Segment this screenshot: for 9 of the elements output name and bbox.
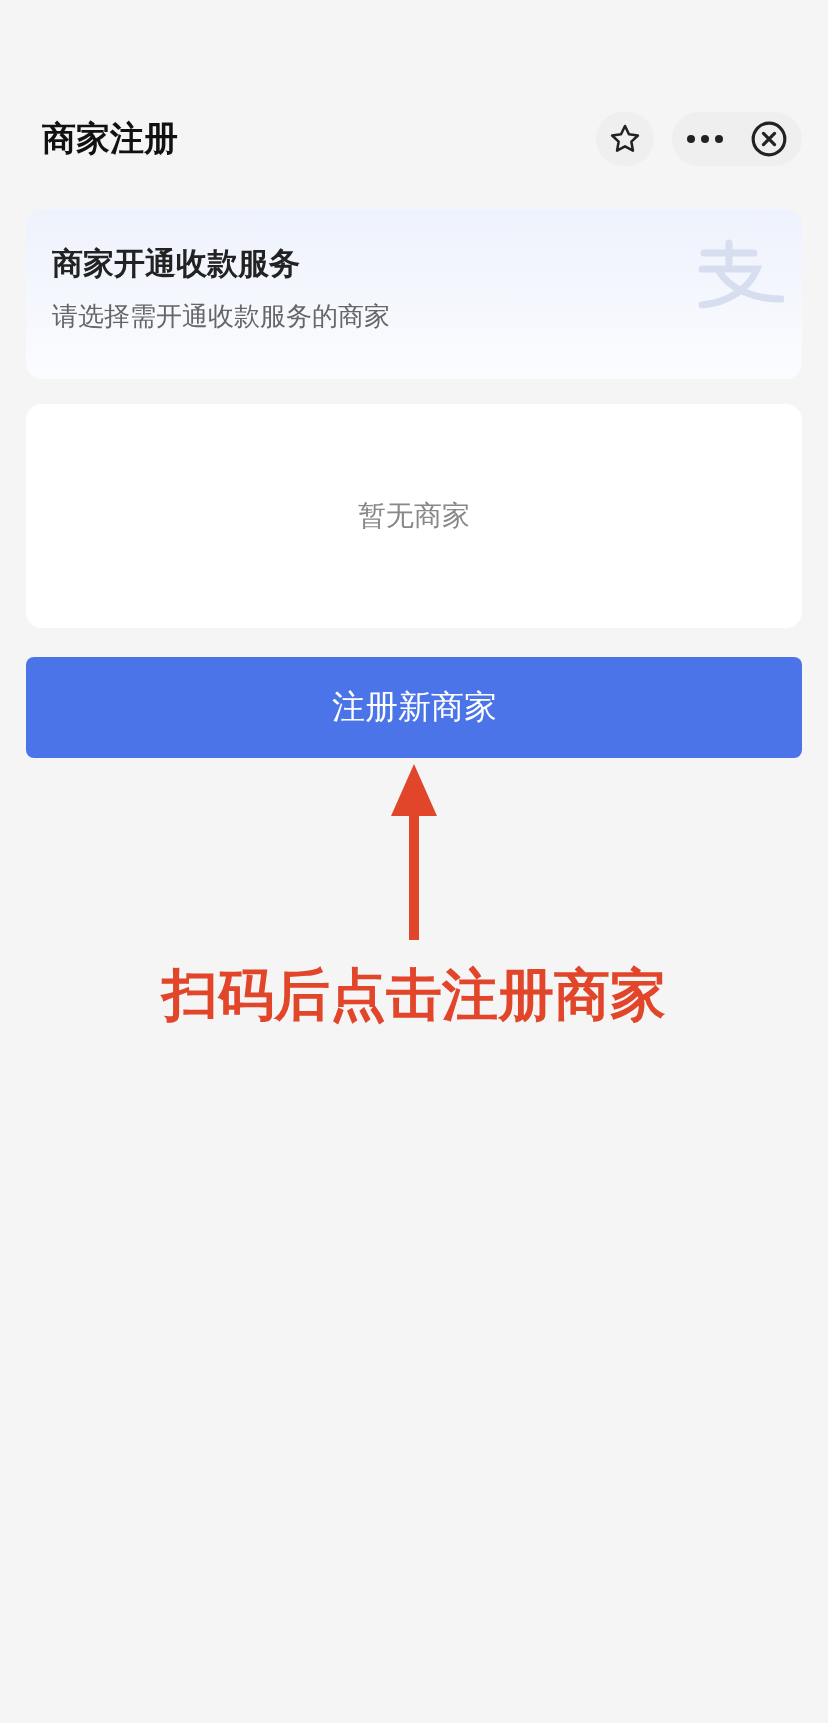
more-icon (686, 134, 724, 144)
card-title: 商家开通收款服务 (52, 244, 300, 283)
annotation-text: 扫码后点击注册商家 (162, 961, 666, 1029)
register-button[interactable]: 注册新商家 (26, 657, 802, 758)
empty-text: 暂无商家 (358, 498, 470, 534)
close-icon (750, 120, 788, 158)
page-title: 商家注册 (42, 117, 178, 160)
arrow-icon (389, 764, 439, 940)
card-subtitle: 请选择需开通收款服务的商家 (52, 300, 390, 333)
